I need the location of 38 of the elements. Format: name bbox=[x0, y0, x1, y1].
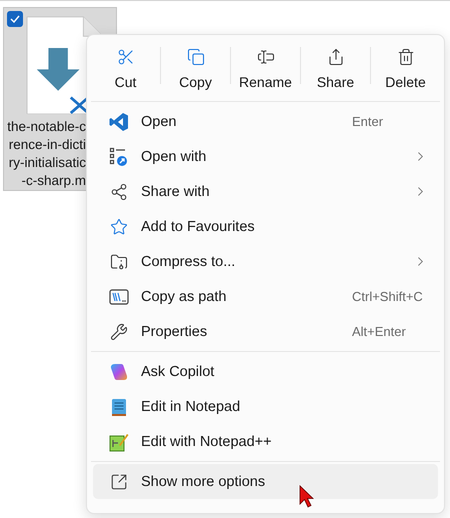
notepad-icon bbox=[111, 396, 127, 416]
cursor-icon bbox=[299, 485, 315, 509]
toolbar-button[interactable]: Delete bbox=[371, 42, 440, 95]
menu-item[interactable]: Properties Alt+Enter bbox=[93, 314, 438, 349]
menu-item[interactable]: Copy as path Ctrl+Shift+C bbox=[93, 279, 438, 314]
path-icon bbox=[109, 288, 129, 306]
file-name-text: ry-initialisatic bbox=[8, 154, 86, 172]
select-checkbox[interactable] bbox=[7, 11, 23, 27]
file-name-text: the-notable-c bbox=[7, 118, 86, 136]
shortcut-text: Enter bbox=[352, 114, 384, 129]
trash-icon bbox=[396, 48, 414, 66]
toolbar-button[interactable]: Share bbox=[301, 42, 370, 95]
menu-item[interactable]: Show more options bbox=[93, 464, 438, 499]
archive-folder-icon bbox=[110, 252, 128, 270]
menu-item[interactable]: Edit with Notepad++ bbox=[93, 424, 438, 459]
file-name-text: -c-sharp.m bbox=[21, 172, 86, 190]
app-list-icon bbox=[109, 146, 129, 166]
shortcut-text: Ctrl+Shift+C bbox=[352, 289, 424, 304]
wrench-icon bbox=[110, 322, 128, 340]
menu-item[interactable]: Compress to... bbox=[93, 244, 438, 279]
menu-item[interactable]: Edit in Notepad bbox=[93, 389, 438, 424]
checkmark-icon bbox=[10, 15, 20, 23]
share-icon bbox=[326, 48, 344, 66]
share-icon bbox=[110, 182, 128, 200]
expand-icon bbox=[110, 472, 128, 490]
star-icon bbox=[110, 218, 128, 236]
menu-item[interactable]: Add to Favourites bbox=[93, 209, 438, 244]
cut-icon bbox=[116, 48, 134, 66]
rename-icon bbox=[256, 48, 274, 66]
menu-item[interactable]: Ask Copilot bbox=[93, 354, 438, 389]
copilot-icon bbox=[109, 362, 129, 382]
copy-icon bbox=[186, 48, 204, 66]
file-name-text: rence-in-dicti bbox=[8, 136, 86, 154]
toolbar-button[interactable]: Rename bbox=[231, 42, 300, 95]
toolbar-button[interactable]: Copy bbox=[161, 42, 230, 95]
shortcut-text: Alt+Enter bbox=[352, 324, 407, 339]
code-editor-icon bbox=[109, 112, 129, 132]
notepad-plus-icon bbox=[109, 432, 129, 452]
